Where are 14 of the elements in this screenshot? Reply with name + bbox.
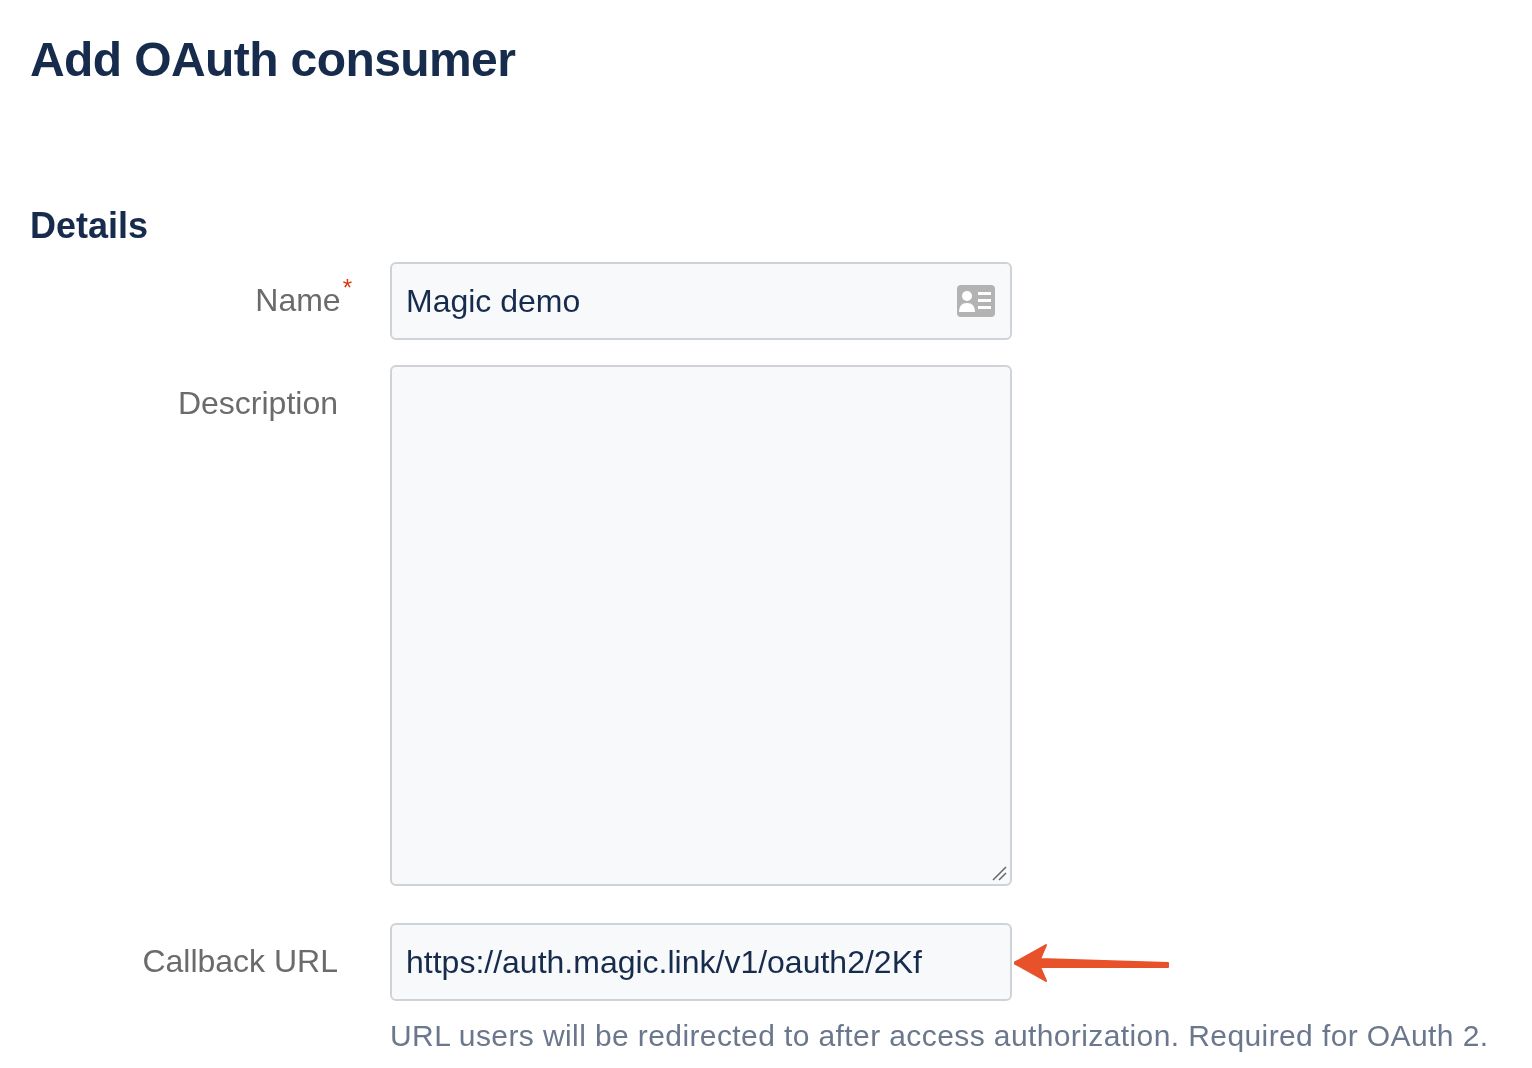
field-label: Name (255, 281, 341, 320)
field-value: Magic demo (406, 282, 581, 320)
resize-grip-icon[interactable] (991, 865, 1007, 881)
contact-card-icon[interactable] (956, 284, 996, 318)
field-label: Description (177, 384, 338, 423)
field-value: https://auth.magic.link/v1/oauth2/2Kf (406, 943, 922, 981)
section-heading: Details (30, 204, 150, 248)
help-text: URL users will be redirected to after access authorization. Required for OAuth 2. (390, 1019, 1490, 1053)
required-asterisk: * (342, 276, 352, 300)
textarea-field[interactable] (390, 365, 1012, 886)
text-field[interactable]: Magic demo (390, 262, 1012, 340)
field-label: Callback URL (142, 942, 338, 981)
page-title: Add OAuth consumer (30, 32, 517, 88)
text-field[interactable]: https://auth.magic.link/v1/oauth2/2Kf (390, 923, 1012, 1001)
